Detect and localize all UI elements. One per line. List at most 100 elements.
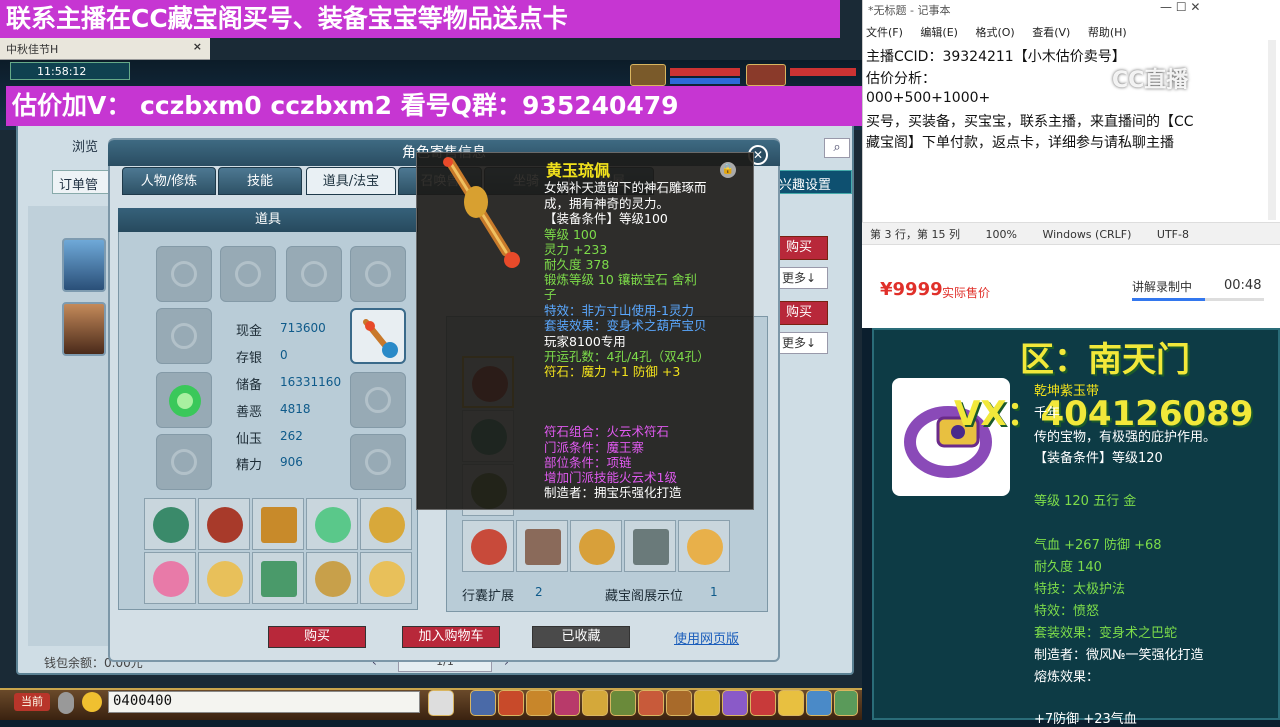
menu-edit[interactable]: 编辑(E) xyxy=(920,26,958,39)
equipment-slot[interactable] xyxy=(156,372,212,428)
status-zoom: 100% xyxy=(985,228,1017,241)
inventory-item[interactable] xyxy=(462,520,514,572)
chat-input[interactable]: 0400400 xyxy=(108,691,420,713)
notepad-scrollbar[interactable] xyxy=(1268,40,1276,220)
equipment-slot[interactable] xyxy=(156,434,212,490)
toolbar-icon[interactable] xyxy=(610,690,636,716)
notepad-line[interactable]: 000+500+1000+ xyxy=(866,90,990,106)
toolbar-icon[interactable] xyxy=(582,690,608,716)
toolbar-icon[interactable] xyxy=(526,690,552,716)
stat-value-reserve: 16331160 xyxy=(280,375,342,389)
notepad-line[interactable]: 买号，买装备，买宝宝，联系主播，来直播间的【CC xyxy=(866,111,1194,131)
inventory-item[interactable] xyxy=(360,498,412,550)
toolbar-icon[interactable] xyxy=(722,690,748,716)
card-line: 【装备条件】等级120 xyxy=(1034,451,1163,466)
tooltip-line: 增加门派技能火云术1级 xyxy=(544,470,677,485)
character-portrait[interactable] xyxy=(62,238,106,292)
inventory-item[interactable] xyxy=(252,552,304,604)
card-line: +7防御 +23气血 xyxy=(1034,712,1137,727)
order-manage-button[interactable]: 订单管 xyxy=(52,170,112,194)
search-icon[interactable]: ⌕ xyxy=(824,138,850,158)
inventory-item[interactable] xyxy=(516,520,568,572)
inventory-item[interactable] xyxy=(252,498,304,550)
equipment-slot[interactable] xyxy=(286,246,342,302)
inventory-item[interactable] xyxy=(198,498,250,550)
cat-icon[interactable] xyxy=(428,690,454,716)
interest-settings-button[interactable]: 兴趣设置 xyxy=(770,170,852,194)
stat-label-karma: 善恶 xyxy=(236,405,263,420)
tab-browse[interactable]: 浏览 xyxy=(72,136,98,162)
tab-character[interactable]: 人物/修炼 xyxy=(122,167,216,195)
inventory-item[interactable] xyxy=(624,520,676,572)
stat-label-jade: 仙玉 xyxy=(236,432,263,447)
menu-help[interactable]: 帮助(H) xyxy=(1088,26,1127,39)
toolbar-icon[interactable] xyxy=(638,690,664,716)
server-region: 区：南天门 xyxy=(1020,340,1190,380)
pet-avatar[interactable] xyxy=(746,64,786,86)
toolbar-icon[interactable] xyxy=(498,690,524,716)
toolbar-icon[interactable] xyxy=(694,690,720,716)
window-controls[interactable]: — ☐ ✕ xyxy=(1160,0,1280,14)
display-slot-label: 藏宝阁展示位 xyxy=(605,589,684,604)
equipment-slot[interactable] xyxy=(350,246,406,302)
card-line: 特技：太极护法 xyxy=(1034,582,1126,597)
tab-skills[interactable]: 技能 xyxy=(218,167,302,195)
buy-button[interactable]: 购买 xyxy=(268,626,366,648)
equipment-slot[interactable] xyxy=(156,246,212,302)
menu-file[interactable]: 文件(F) xyxy=(866,26,903,39)
tooltip-line: 耐久度 378 xyxy=(544,257,610,272)
tooltip-line: 玩家8100专用 xyxy=(544,334,626,349)
toolbar-icon[interactable] xyxy=(806,690,832,716)
notepad-line[interactable]: 估价分析： xyxy=(866,68,936,88)
chat-channel-button[interactable]: 当前 xyxy=(14,693,50,711)
inventory-item[interactable] xyxy=(360,552,412,604)
equipment-slot[interactable] xyxy=(156,308,212,364)
inventory-item[interactable] xyxy=(570,520,622,572)
sale-price-label: 实际售价 xyxy=(942,286,991,300)
card-line: 套装效果：变身术之巴蛇 xyxy=(1034,626,1178,641)
add-to-cart-button[interactable]: 加入购物车 xyxy=(402,626,500,648)
inventory-item[interactable] xyxy=(144,552,196,604)
status-encoding: UTF-8 xyxy=(1156,228,1189,241)
menu-view[interactable]: 查看(V) xyxy=(1032,26,1070,39)
sword-icon[interactable] xyxy=(470,690,496,716)
inventory-item[interactable] xyxy=(306,498,358,550)
notepad-line[interactable]: 藏宝阁】下单付款，返点卡，详细参与请私聊主播 xyxy=(866,132,1174,152)
inventory-item[interactable] xyxy=(678,520,730,572)
toolbar-icon[interactable] xyxy=(666,690,692,716)
equipment-slot-necklace[interactable] xyxy=(350,308,406,364)
notepad-line[interactable]: 主播CCID：39324211【小木估价卖号】 xyxy=(866,46,1126,66)
equipment-slot[interactable] xyxy=(350,434,406,490)
promo-banner-contact: 估价加V： cczbxm0 cczbxm2 看号Q群：935240479 xyxy=(6,86,872,126)
tooltip-line: 部位条件：项链 xyxy=(544,455,632,470)
toolbar-icon[interactable] xyxy=(750,690,776,716)
smile-icon[interactable] xyxy=(778,690,804,716)
inventory-item[interactable] xyxy=(198,552,250,604)
toolbar-icon[interactable] xyxy=(554,690,580,716)
stat-value-savings: 0 xyxy=(280,348,288,362)
pet-hp-bar xyxy=(790,68,856,76)
tooltip-line: 套装效果：变身术之葫芦宝贝 xyxy=(544,318,707,333)
collected-button[interactable]: 已收藏 xyxy=(532,626,630,648)
stream-watermark: CC直播 xyxy=(1112,68,1189,93)
bag-expand-value: 2 xyxy=(535,585,543,599)
character-portrait[interactable] xyxy=(62,302,106,356)
toolbar-icon[interactable] xyxy=(834,690,858,716)
tooltip-line: 锻炼等级 10 镶嵌宝石 舍利 xyxy=(544,272,697,287)
tab-items[interactable]: 道具/法宝 xyxy=(306,167,396,195)
stat-label-savings: 存银 xyxy=(236,351,263,366)
inventory-item[interactable] xyxy=(306,552,358,604)
menu-format[interactable]: 格式(O) xyxy=(975,26,1014,39)
emoji-icon[interactable] xyxy=(82,692,102,712)
stat-label-reserve: 储备 xyxy=(236,378,263,393)
web-version-link[interactable]: 使用网页版 xyxy=(674,628,739,647)
party-avatar[interactable] xyxy=(630,64,666,86)
inventory-item[interactable] xyxy=(144,498,196,550)
close-icon[interactable]: × xyxy=(193,40,202,53)
equipment-slot[interactable] xyxy=(220,246,276,302)
card-line: 耐久度 140 xyxy=(1034,560,1102,575)
microphone-icon[interactable] xyxy=(58,692,74,714)
equipment-slot[interactable] xyxy=(350,372,406,428)
card-line: 传的宝物，有极强的庇护作用。 xyxy=(1034,430,1217,445)
stat-value-energy: 906 xyxy=(280,455,303,469)
